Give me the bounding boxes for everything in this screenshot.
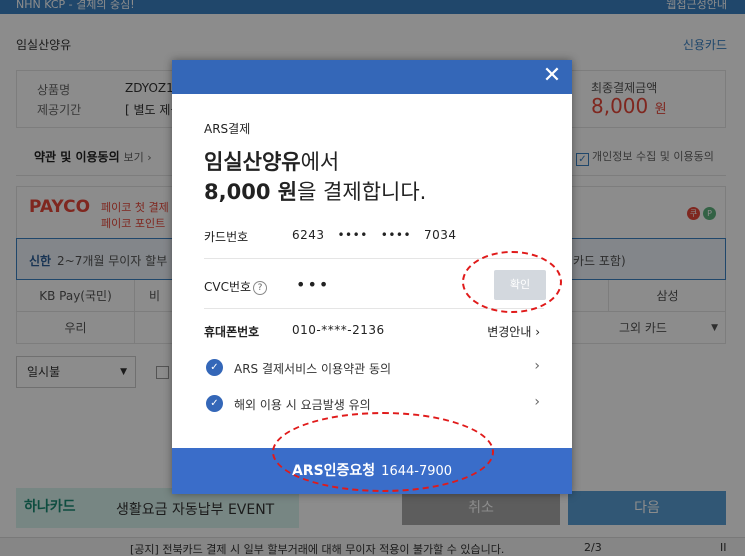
- dialog-header: ✕: [172, 60, 572, 94]
- cvc-input[interactable]: •••: [296, 275, 330, 294]
- dialog-amount: 8,000 원: [204, 180, 298, 204]
- check-icon[interactable]: ✓: [206, 395, 223, 412]
- chevron-right-icon[interactable]: ›: [534, 358, 540, 374]
- dialog-merchant: 임실산양유: [204, 150, 301, 174]
- phone-label: 휴대폰번호: [204, 325, 260, 339]
- agree-ars-label: ARS 결제서비스 이용약관 동의: [234, 362, 392, 376]
- agree-overseas-label: 해외 이용 시 요금발생 유의: [234, 398, 371, 412]
- card-number-value: 6243 •••• •••• 7034: [292, 228, 457, 242]
- change-info-link[interactable]: 변경안내 ›: [487, 323, 540, 340]
- annotation-circle: [272, 412, 494, 492]
- phone-value: 010-****-2136: [292, 323, 385, 337]
- check-icon[interactable]: ✓: [206, 359, 223, 376]
- annotation-circle: [462, 251, 562, 313]
- dialog-message-1-suffix: 에서: [300, 150, 340, 174]
- dialog-title: ARS결제: [204, 122, 251, 136]
- dialog-message-2-suffix: 을 결제합니다.: [297, 180, 427, 204]
- chevron-right-icon[interactable]: ›: [534, 394, 540, 410]
- cvc-label-text: CVC번호: [204, 280, 252, 294]
- card-number-label: 카드번호: [204, 230, 249, 244]
- cvc-label: CVC번호?: [204, 278, 268, 295]
- dialog-message-2: 8,000 원을 결제합니다.: [204, 176, 426, 206]
- dialog-message-1: 임실산양유에서: [204, 146, 339, 176]
- close-icon[interactable]: ✕: [540, 64, 564, 88]
- help-icon[interactable]: ?: [253, 281, 268, 295]
